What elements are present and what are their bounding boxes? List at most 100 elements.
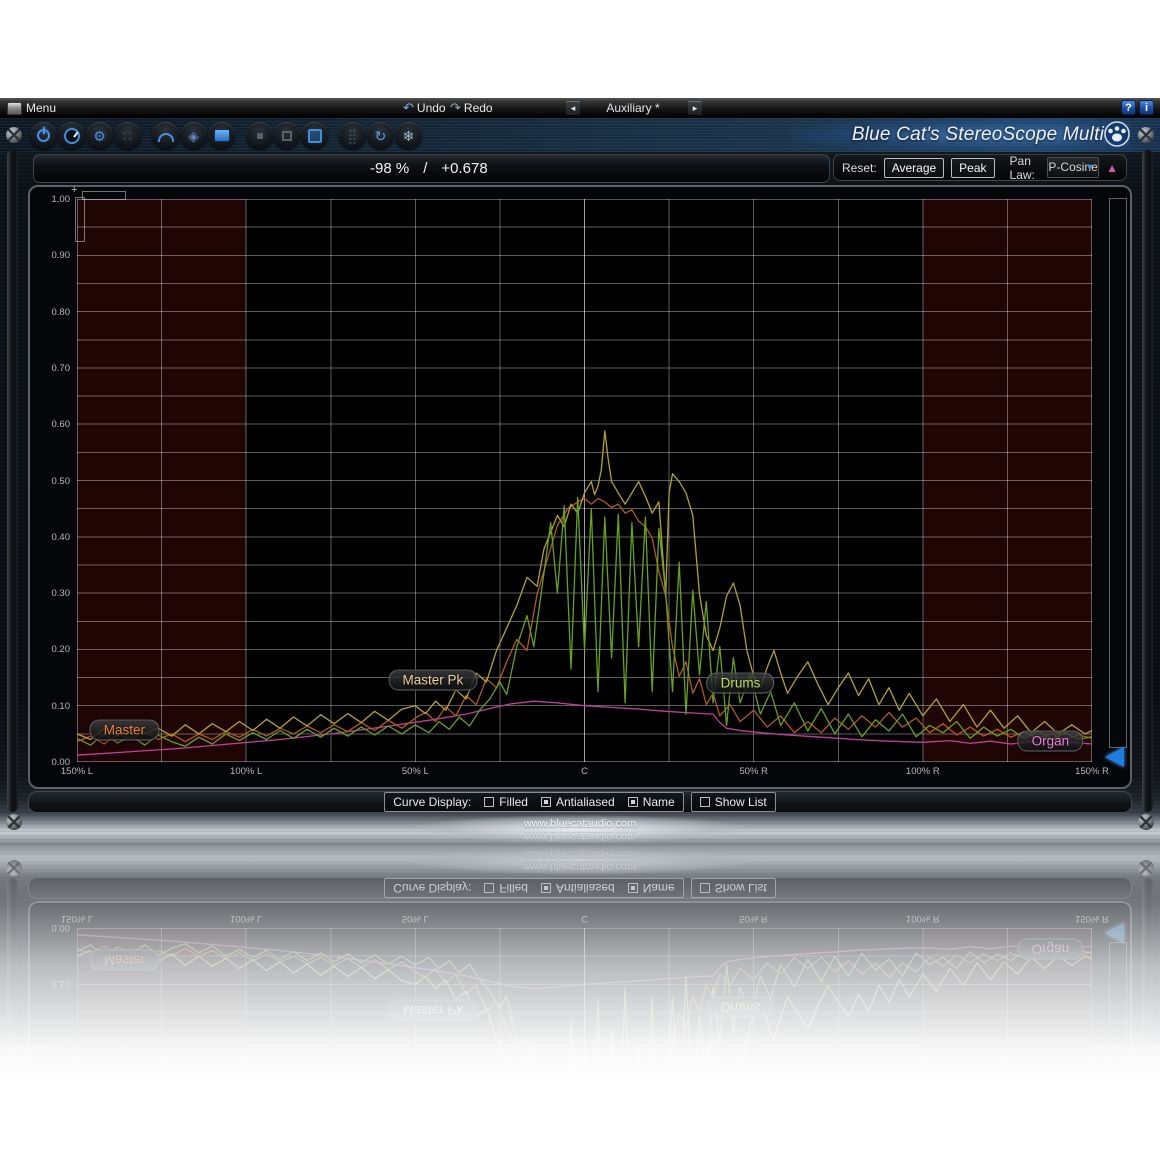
aux-selector[interactable]: Auxiliary * <box>582 98 684 118</box>
y-axis-tick: 0.20 <box>38 644 70 655</box>
x-axis-tick: 100% R <box>891 766 955 777</box>
plugin-title: Blue Cat's StereoScope Multi <box>852 124 1104 146</box>
checkbox-name[interactable]: Name <box>628 795 675 809</box>
branding-zone: www.bluecataudio.com www.bluecataudio.co… <box>0 813 1160 845</box>
menu-icon <box>7 102 22 115</box>
y-axis-tick: 0.90 <box>38 250 70 261</box>
knob-button[interactable] <box>58 122 85 149</box>
readout-text: -98 % / +0.678 <box>370 155 502 182</box>
pan-position-value: -98 % <box>370 160 409 177</box>
grid-view-icon: ⣿ <box>347 129 357 143</box>
power-icon <box>37 129 50 142</box>
reset-average-button[interactable]: Average <box>884 158 944 178</box>
plugin-window: Menu ↶Undo ↷Redo ◂ Auxiliary * ▸ ? i ⚙ ∷ ◈… <box>0 98 1160 845</box>
freeze-icon: ❄ <box>403 129 415 143</box>
checkbox-filled[interactable]: Filled <box>484 795 528 809</box>
curve-display-group: Curve Display: FilledAntialiasedName <box>384 792 683 812</box>
control-strip: -98 % / +0.678 Reset: Average Peak Pan Law… <box>0 152 1160 185</box>
y-axis-tick: 0.30 <box>38 588 70 599</box>
screenshot-stage: Menu ↶Undo ↷Redo ◂ Auxiliary * ▸ ? i ⚙ ∷ ◈… <box>0 0 1160 1160</box>
undo-button[interactable]: ↶Undo <box>403 98 446 118</box>
preset-dots-icon: ∷ <box>123 129 132 143</box>
curve-label-organ[interactable]: Organ <box>1018 731 1084 752</box>
x-axis-tick: C <box>553 766 617 777</box>
redo-button[interactable]: ↷Redo <box>450 98 493 118</box>
checkbox-show-list[interactable]: Show List <box>700 795 767 809</box>
grid-view-button[interactable]: ⣿ <box>339 122 366 149</box>
aux-prev-button[interactable]: ◂ <box>566 101 580 115</box>
large-window-button[interactable] <box>301 122 328 149</box>
small-window-icon <box>282 131 292 141</box>
reflection: Menu ↶Undo ↷Redo ◂ Auxiliary * ▸ ? i ⚙∷◈… <box>0 845 1160 1160</box>
reset-panlaw-panel: Reset: Average Peak Pan Law: P-Cosine▼ ▲ <box>833 154 1127 181</box>
preset-dots-button[interactable]: ∷ <box>114 122 141 149</box>
curve-label-drums[interactable]: Drums <box>707 673 775 694</box>
bluecat-logo-icon <box>1104 121 1130 147</box>
checkbox-label: Show List <box>715 795 767 809</box>
correlation-value: +0.678 <box>441 160 487 177</box>
checkbox-icon <box>541 797 551 807</box>
info-button[interactable]: i <box>1139 100 1154 115</box>
x-axis-tick: 150% L <box>45 766 109 777</box>
toolbar: ⚙ ∷ ◈ ⣿ ↻ ❄ Blue Cat's StereoScope Multi <box>0 118 1160 152</box>
website-link[interactable]: www.bluecataudio.com <box>0 818 1160 830</box>
filled-square-button[interactable] <box>208 122 235 149</box>
reset-label: Reset: <box>842 161 877 175</box>
curve-wave-icon <box>158 133 174 142</box>
reset-peak-button[interactable]: Peak <box>951 158 994 178</box>
scope-display: 1.000.900.800.700.600.500.400.300.200.10… <box>28 185 1132 789</box>
settings-gear-icon: ⚙ <box>93 129 106 143</box>
large-window-icon <box>308 129 322 143</box>
reflection-fade <box>0 845 1160 1160</box>
show-list-group: Show List <box>691 792 776 812</box>
settings-gear-button[interactable]: ⚙ <box>86 122 113 149</box>
scroll-arrow-icon[interactable] <box>1105 747 1124 767</box>
x-axis-tick: 100% L <box>214 766 278 777</box>
readout-separator: / <box>423 160 427 177</box>
menu-bar: Menu ↶Undo ↷Redo ◂ Auxiliary * ▸ ? i <box>0 98 1160 118</box>
chevron-down-icon: ▼ <box>1085 158 1094 177</box>
vertical-zoom-bar[interactable] <box>75 197 85 242</box>
help-button[interactable]: ? <box>1121 100 1136 115</box>
sync-button[interactable]: ↻ <box>367 122 394 149</box>
checkbox-icon <box>700 797 710 807</box>
checkbox-antialiased[interactable]: Antialiased <box>541 795 615 809</box>
screw-icon <box>6 127 22 143</box>
right-rail <box>1142 150 1153 812</box>
y-axis-tick: 0.80 <box>38 307 70 318</box>
dot-view-icon <box>257 133 263 139</box>
checkbox-label: Antialiased <box>556 795 615 809</box>
checkbox-label: Name <box>643 795 675 809</box>
website-link-mirror: www.bluecataudio.com <box>0 830 1160 842</box>
curve-label-master[interactable]: Master <box>90 719 159 740</box>
pan-law-dropdown[interactable]: P-Cosine▼ <box>1047 157 1099 178</box>
redo-arrow-icon: ↷ <box>450 100 461 115</box>
y-axis-tick: 1.00 <box>38 194 70 205</box>
layers-diamond-button[interactable]: ◈ <box>180 122 207 149</box>
power-button[interactable] <box>30 122 57 149</box>
curve-display-bar: Curve Display: FilledAntialiasedName Sho… <box>28 791 1132 813</box>
y-axis-tick: 0.10 <box>38 701 70 712</box>
pan-law-spin-button[interactable]: ▲ <box>1106 161 1118 175</box>
checkbox-icon <box>484 797 494 807</box>
y-axis-tick: 0.50 <box>38 476 70 487</box>
filled-square-icon <box>214 129 230 142</box>
vertical-zoom-track[interactable] <box>1109 198 1127 748</box>
horizontal-zoom-bar[interactable] <box>82 191 126 200</box>
layers-diamond-icon: ◈ <box>188 129 199 143</box>
aux-next-button[interactable]: ▸ <box>688 101 702 115</box>
value-readout: -98 % / +0.678 <box>33 154 830 183</box>
y-axis-tick: 0.70 <box>38 363 70 374</box>
menu-button[interactable]: Menu <box>26 98 56 118</box>
dot-view-button[interactable] <box>246 122 273 149</box>
freeze-button[interactable]: ❄ <box>395 122 422 149</box>
small-window-button[interactable] <box>273 122 300 149</box>
stereo-field-plot[interactable] <box>77 199 1092 762</box>
zoom-plus-icon[interactable]: + <box>71 184 77 196</box>
sync-icon: ↻ <box>375 129 387 143</box>
undo-arrow-icon: ↶ <box>403 100 414 115</box>
curve-wave-button[interactable] <box>152 122 179 149</box>
x-axis-tick: 50% L <box>383 766 447 777</box>
y-axis-tick: 0.60 <box>38 419 70 430</box>
curve-label-master-pk[interactable]: Master Pk <box>389 669 478 690</box>
